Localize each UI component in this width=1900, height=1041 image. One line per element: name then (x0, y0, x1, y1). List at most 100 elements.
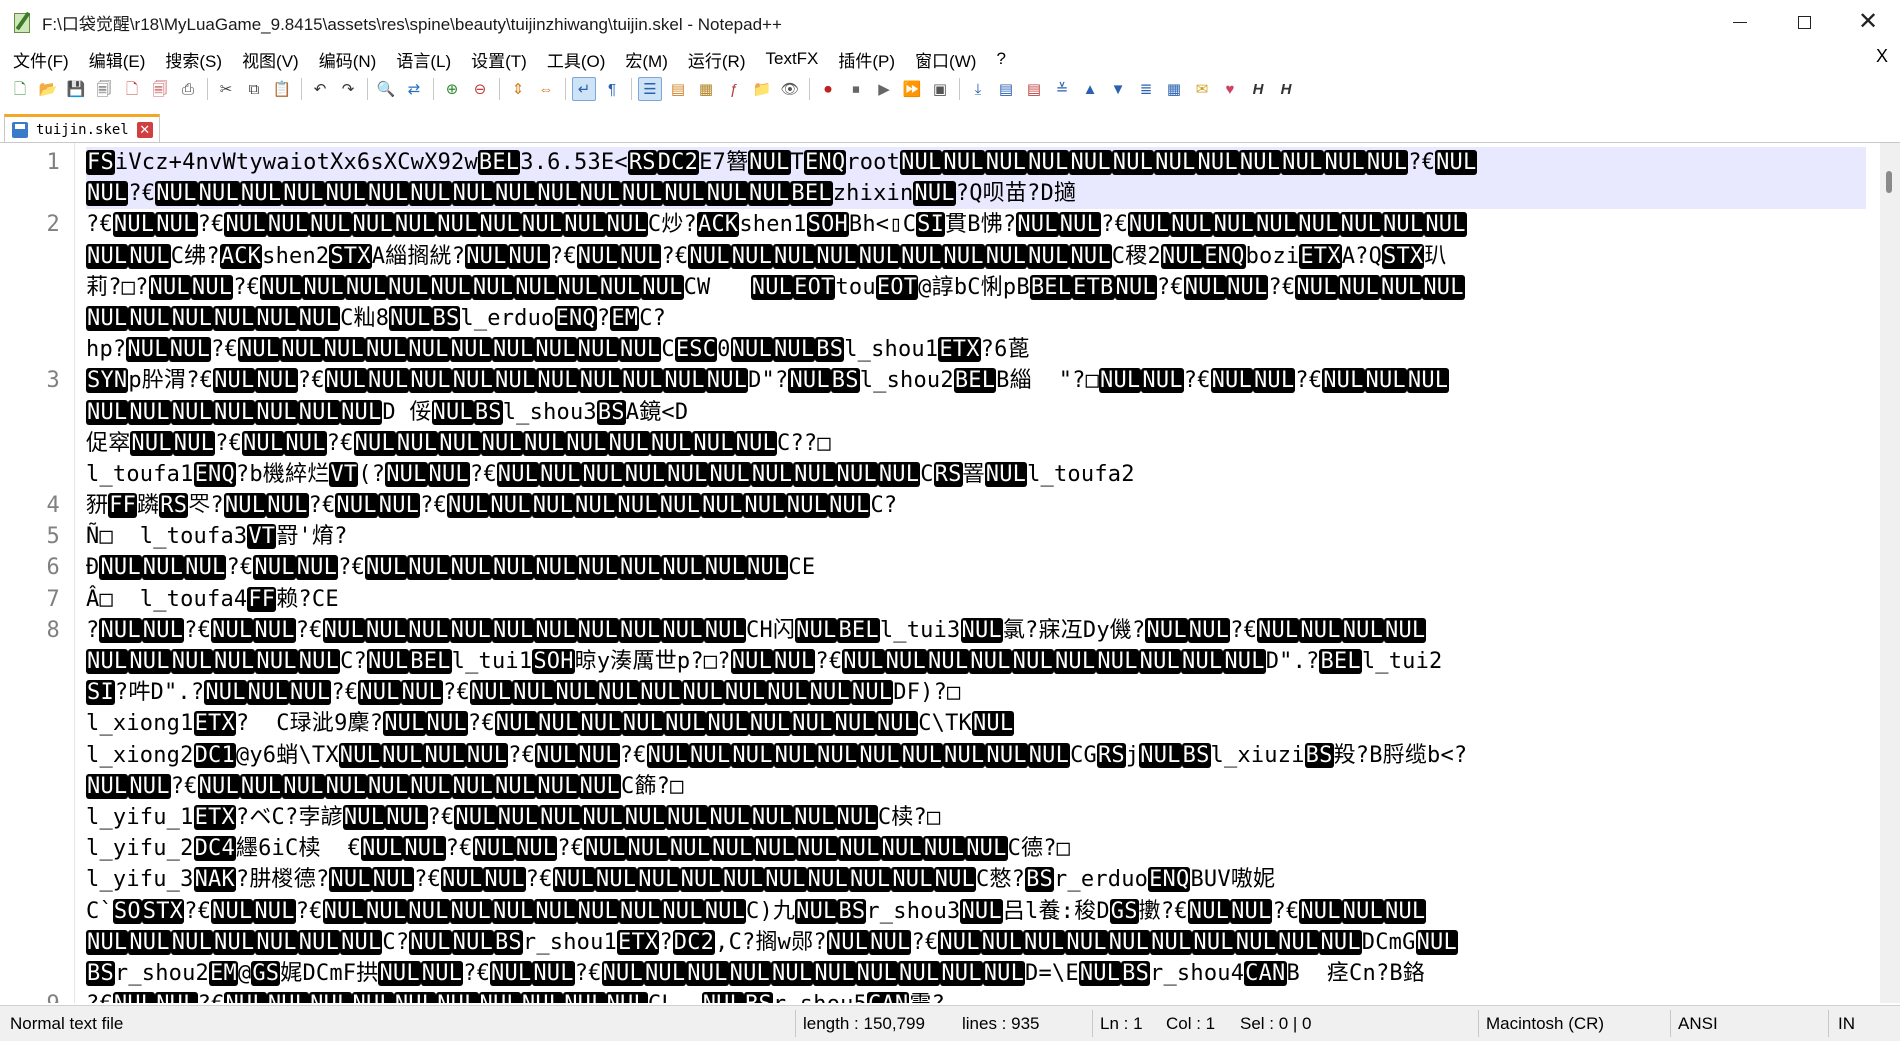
redo-icon[interactable]: ↷ (336, 77, 360, 101)
plugin-tool-3-icon[interactable]: ▤ (1022, 77, 1046, 101)
menu-window[interactable]: 窗口(W) (902, 47, 983, 72)
code-line[interactable]: SI?吽D".?NULNULNUL?€NULNUL?€NULNULNULNULN… (86, 677, 1866, 708)
code-line[interactable]: NULNULNULNULNULNULNULD 俀NULBSl_shou3BSA鏡… (86, 397, 1866, 428)
control-char-badge: NUL (1230, 898, 1273, 924)
plugin-tool-2-icon[interactable]: ▤ (994, 77, 1018, 101)
code-line[interactable]: NUL?€NULNULNULNULNULNULNULNULNULNULNULNU… (86, 178, 1866, 210)
control-char-badge: NUL (619, 243, 662, 269)
indent-guide-icon[interactable]: ☰ (638, 77, 662, 101)
code-line[interactable]: NULNULNULNULNULNULC籼8NULBSl_erduoENQ?EMC… (86, 303, 1866, 334)
open-file-icon[interactable]: 📂 (36, 77, 60, 101)
menu-view[interactable]: 视图(V) (229, 47, 306, 72)
status-insert-mode[interactable]: IN (1832, 1006, 1855, 1041)
h-italic-alt-icon[interactable]: H (1274, 77, 1298, 101)
code-line[interactable]: NULNULC绋?ACKshen2STXA緇搁絖?NULNUL?€NULNUL?… (86, 241, 1866, 272)
code-line[interactable]: 莉?□?NULNUL?€NULNULNULNULNULNULNULNULNULN… (86, 272, 1866, 303)
save-macro-icon[interactable]: ▣ (928, 77, 952, 101)
code-line[interactable]: 6 ÐNULNULNUL?€NULNUL?€NULNULNULNULNULNULN… (47, 552, 1866, 583)
cut-icon[interactable]: ✂ (214, 77, 238, 101)
paste-icon[interactable]: 📋 (270, 77, 294, 101)
code-line[interactable]: 7 Â□ l_toufa4FF赖?CE (47, 584, 1866, 615)
menu-settings[interactable]: 设置(T) (458, 47, 534, 72)
show-all-chars-icon[interactable]: ¶ (600, 77, 624, 101)
word-wrap-icon[interactable]: ↵ (572, 77, 596, 101)
menu-plugins[interactable]: 插件(P) (825, 47, 902, 72)
tab-close-icon[interactable]: ✕ (136, 121, 153, 138)
h-italic-icon[interactable]: H (1246, 77, 1270, 101)
code-line[interactable]: l_yifu_3NAK?肼椶德?NULNUL?€NULNUL?€NULNULNU… (86, 864, 1866, 895)
folder-workspace-icon[interactable]: 📁 (750, 77, 774, 101)
status-encoding[interactable]: ANSI (1672, 1006, 1718, 1041)
zoom-in-icon[interactable]: ⊕ (440, 77, 464, 101)
code-line[interactable]: l_yifu_2DC4纆6iC椟 €NULNUL?€NULNUL?€NULNUL… (86, 833, 1866, 864)
code-line[interactable]: BSr_shou2EM@GS娓DCmF拱NULNUL?€NULNUL?€NULN… (86, 958, 1866, 989)
menu-encoding[interactable]: 编码(N) (306, 47, 384, 72)
plugin-tool-8-icon[interactable]: ▦ (1162, 77, 1186, 101)
playback-macro-icon[interactable]: ▶ (872, 77, 896, 101)
minimize-button[interactable] (1708, 0, 1772, 44)
monitoring-icon[interactable]: 👁 (778, 77, 802, 101)
code-line[interactable]: NULNULNULNULNULNULNULC?NULNULBSr_shou1ET… (86, 927, 1866, 958)
code-line[interactable]: l_xiong1ETX? C琭泚9麇?NULNUL?€NULNULNULNULN… (86, 708, 1866, 739)
heart-icon[interactable]: ♥ (1218, 77, 1242, 101)
udl-icon[interactable]: ▤ (666, 77, 690, 101)
menu-textfx[interactable]: TextFX (752, 49, 825, 69)
menu-run[interactable]: 运行(R) (675, 47, 753, 72)
menu-macro[interactable]: 宏(M) (612, 47, 674, 72)
code-line[interactable]: l_yifu_1ETX?ベC?孛諺NULNUL?€NULNULNULNULNUL… (86, 802, 1866, 833)
stop-record-icon[interactable]: ⏹ (844, 77, 868, 101)
code-line[interactable]: 5 Ñ□ l_toufa3VT罸'焴? (47, 521, 1866, 552)
status-eol[interactable]: Macintosh (CR) (1480, 1006, 1604, 1041)
editor-area[interactable]: 1 FSiVcz+4nvWtywaiotXx6sXCwX92wBEL3.6.53E… (0, 143, 1900, 1003)
find-icon[interactable]: 🔍 (374, 77, 398, 101)
close-window-button[interactable]: ✕ (1836, 0, 1900, 44)
code-line[interactable]: 3 SYNp肸渭?€NULNUL?€NULNULNULNULNULNULNULNU… (47, 365, 1866, 396)
function-list-icon[interactable]: ƒ (722, 77, 746, 101)
save-all-icon[interactable]: 🗐 (92, 77, 116, 101)
save-icon[interactable]: 💾 (64, 77, 88, 101)
code-line[interactable]: l_toufa1ENQ?b機綷烂VT(?NULNUL?€NULNULNULNUL… (86, 459, 1866, 490)
maximize-button[interactable] (1772, 0, 1836, 44)
code-line[interactable]: 9?€NULNUL?€NULNULNULNULNULNULNULNULNULNU… (47, 989, 1866, 1003)
plugin-tool-1-icon[interactable]: ⤓ (966, 77, 990, 101)
code-line[interactable]: 8 ?NULNUL?€NULNUL?€NULNULNULNULNULNULNULN… (47, 615, 1866, 646)
zoom-out-icon[interactable]: ⊖ (468, 77, 492, 101)
code-line[interactable]: NULNUL?€NULNULNULNULNULNULNULNULNULNULC籂… (86, 771, 1866, 802)
menu-edit[interactable]: 编辑(E) (76, 47, 153, 72)
menu-tools[interactable]: 工具(O) (534, 47, 613, 72)
record-macro-icon[interactable]: ⏺ (816, 77, 840, 101)
code-line[interactable]: 1 FSiVcz+4nvWtywaiotXx6sXCwX92wBEL3.6.53E… (47, 147, 1866, 179)
code-line[interactable]: 4 豜FF蹸RS罖?NULNUL?€NULNUL?€NULNULNULNULNUL… (47, 490, 1866, 521)
menu-search[interactable]: 搜索(S) (152, 47, 229, 72)
run-macro-multiple-icon[interactable]: ⏩ (900, 77, 924, 101)
code-view[interactable]: 1 FSiVcz+4nvWtywaiotXx6sXCwX92wBEL3.6.53E… (47, 147, 1866, 1003)
menu-file[interactable]: 文件(F) (0, 47, 76, 72)
close-file-icon[interactable]: 🗋 (120, 77, 144, 101)
vertical-scrollbar[interactable] (1880, 143, 1900, 1003)
code-line[interactable]: 2 ?€NULNUL?€NULNULNULNULNULNULNULNULNULNU… (47, 209, 1866, 240)
new-file-icon[interactable]: 🗋 (8, 77, 32, 101)
plugin-tool-4-icon[interactable]: ≚ (1050, 77, 1074, 101)
sync-horizontal-icon[interactable]: ⇔ (534, 77, 558, 101)
menu-help[interactable]: ? (983, 49, 1012, 69)
code-line[interactable]: l_xiong2DC1@y6蛸\TXNULNULNULNUL?€NULNUL?€… (86, 740, 1866, 771)
scroll-thumb[interactable] (1886, 171, 1892, 193)
sync-vertical-icon[interactable]: ⇕ (506, 77, 530, 101)
close-all-icon[interactable]: 🗐 (148, 77, 172, 101)
undo-icon[interactable]: ↶ (308, 77, 332, 101)
replace-icon[interactable]: ⇄ (402, 77, 426, 101)
code-line[interactable]: 促窣NULNUL?€NULNUL?€NULNULNULNULNULNULNULN… (86, 428, 1866, 459)
print-icon[interactable]: ⎙ (176, 77, 200, 101)
plugin-tool-6-icon[interactable]: ▼ (1106, 77, 1130, 101)
plugin-tool-5-icon[interactable]: ▲ (1078, 77, 1102, 101)
code-line[interactable]: hp?NULNUL?€NULNULNULNULNULNULNULNULNULNU… (86, 334, 1866, 365)
plugin-tool-9-icon[interactable]: ✉ (1190, 77, 1214, 101)
tab-tuijin-skel[interactable]: tuijin.skel ✕ (4, 114, 160, 142)
doc-map-icon[interactable]: ▦ (694, 77, 718, 101)
plugin-tool-7-icon[interactable]: ≣ (1134, 77, 1158, 101)
copy-icon[interactable]: ⧉ (242, 77, 266, 101)
menu-language[interactable]: 语言(L) (383, 47, 458, 72)
code-line[interactable]: NULNULNULNULNULNULC?NULBELl_tui1SOH晾y湊厲世… (86, 646, 1866, 677)
close-document-button[interactable]: X (1876, 46, 1888, 67)
code-line[interactable]: C`SOSTX?€NULNUL?€NULNULNULNULNULNULNULNU… (86, 896, 1866, 927)
